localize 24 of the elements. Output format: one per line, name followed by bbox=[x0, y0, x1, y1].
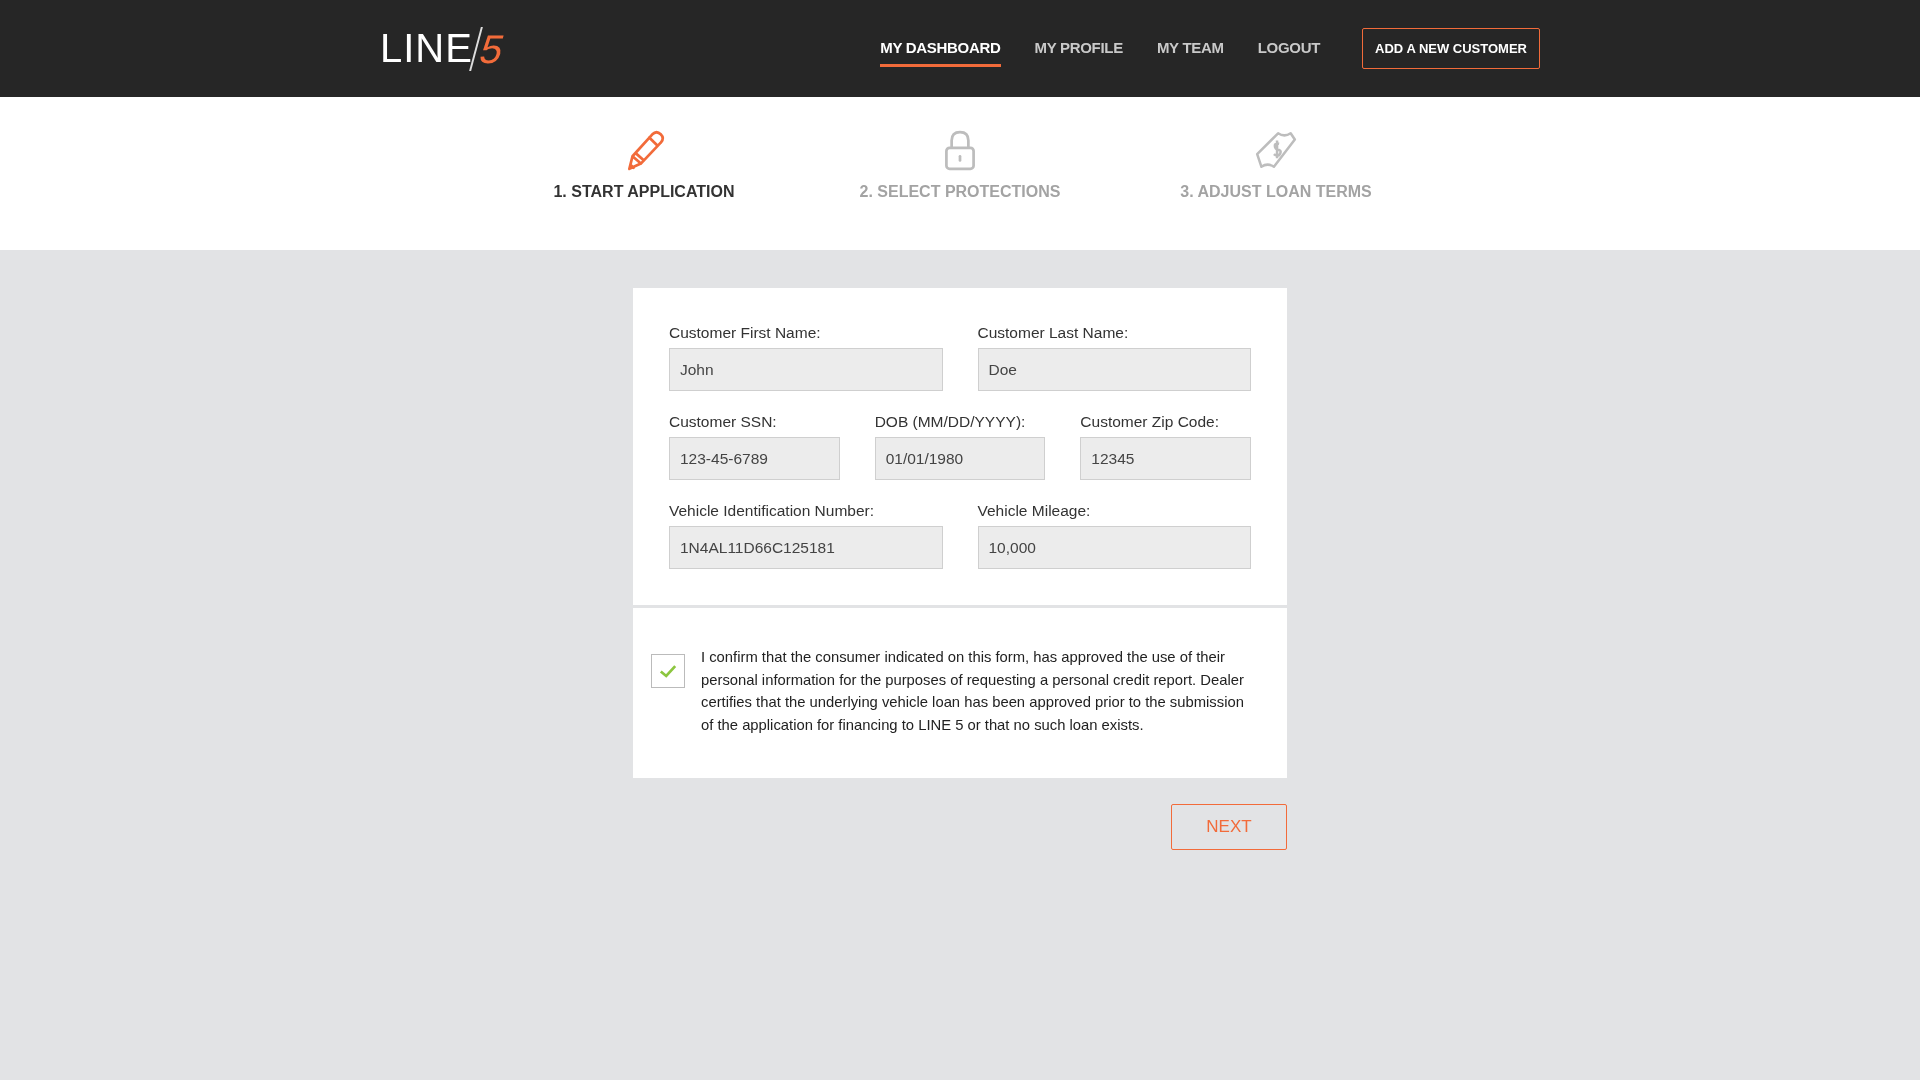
input-field[interactable]: 123-45-6789 bbox=[669, 437, 840, 480]
nav-link[interactable]: MY PROFILE bbox=[1034, 30, 1123, 67]
step-label[interactable]: 1. START APPLICATION bbox=[553, 183, 735, 201]
field-label: Customer Last Name: bbox=[977, 324, 1130, 342]
field-label: Vehicle Identification Number: bbox=[669, 502, 876, 520]
field-label: Vehicle Mileage: bbox=[977, 502, 1092, 520]
input-field[interactable]: 1N4AL11D66C125181 bbox=[669, 526, 943, 569]
add-customer-button[interactable]: ADD A NEW CUSTOMER bbox=[1362, 28, 1540, 69]
field-label: DOB (MM/DD/YYYY): bbox=[874, 413, 1027, 431]
checkbox[interactable] bbox=[651, 654, 685, 688]
nav-link[interactable]: LOGOUT bbox=[1257, 30, 1321, 67]
field-label: Customer First Name: bbox=[669, 324, 822, 342]
consent-text: I confirm that the consumer indicated on this form, has approved the use of their personal information for the purposes of requesting a personal credit report. Dealer certifies that the underlying vehicle loan has been approved prior to the submission of the application for financing to LINE 5 or that no such loan exists. bbox=[701, 648, 1245, 735]
logo[interactable]: LINE 5 bbox=[380, 26, 505, 71]
field-label: Customer Zip Code: bbox=[1080, 413, 1221, 431]
input-field[interactable]: Doe bbox=[977, 348, 1251, 391]
nav-link[interactable]: MY TEAM bbox=[1156, 30, 1224, 67]
nav-link[interactable]: MY DASHBOARD bbox=[880, 30, 1001, 67]
input-field[interactable]: 12345 bbox=[1080, 437, 1251, 480]
check-icon bbox=[659, 663, 677, 679]
field-label: Customer SSN: bbox=[669, 413, 778, 431]
input-field[interactable]: John bbox=[669, 348, 943, 391]
input-field[interactable]: 10,000 bbox=[977, 526, 1251, 569]
input-field[interactable]: 01/01/1980 bbox=[874, 437, 1046, 480]
